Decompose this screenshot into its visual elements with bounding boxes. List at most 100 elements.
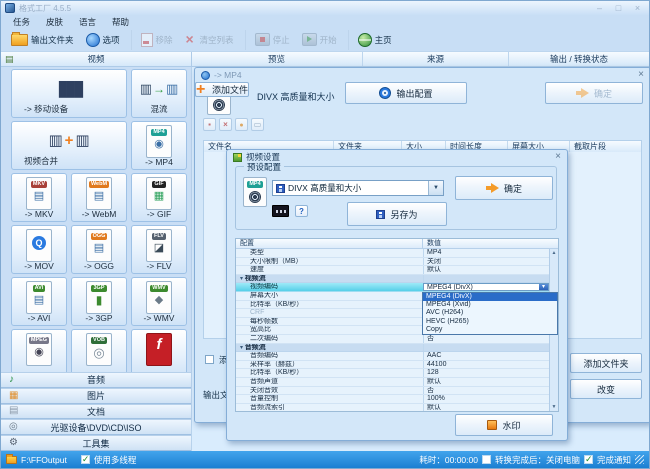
multithread-checkbox[interactable]	[81, 455, 90, 464]
change-button[interactable]: 改变	[570, 379, 642, 399]
settings-row[interactable]: 采样率（赫兹） 44100	[236, 361, 549, 370]
watermark-icon	[487, 420, 497, 430]
sidebar-item-webm[interactable]: WebM ▤ -> WebM	[71, 173, 127, 222]
play-file-button[interactable]	[235, 118, 248, 131]
maximize-icon[interactable]: □	[611, 2, 626, 14]
sidebar-item-mobile-devices[interactable]: ▮▮▮ -> 移动设备	[11, 69, 127, 118]
sidebar-item-swf[interactable]: f	[131, 329, 187, 372]
settings-row[interactable]: 音频编码 AAC	[236, 352, 549, 361]
toolbar-output-folder-button[interactable]: 输出文件夹	[5, 30, 80, 50]
add-file-button[interactable]: 添加文件	[195, 82, 249, 97]
file-info-button[interactable]	[251, 118, 264, 131]
sidebar-item-flv[interactable]: FLV ◪ -> FLV	[131, 225, 187, 274]
watermark-button[interactable]: 水印	[455, 414, 553, 436]
output-config-button[interactable]: 输出配置	[345, 82, 467, 104]
sidebar-section-document[interactable]: ▤ 文档	[1, 404, 191, 420]
sidebar-item-avi[interactable]: AVI ▤ -> AVI	[11, 277, 67, 326]
settings-ok-button[interactable]: 确定	[455, 176, 553, 200]
settings-row[interactable]: 关闭音效 否	[236, 387, 549, 396]
settings-row[interactable]: 速度 默认	[236, 266, 549, 275]
sidebar-item-mux[interactable]: → 混流	[131, 69, 187, 118]
settings-row[interactable]: 音量控制 100%	[236, 395, 549, 404]
settings-row[interactable]: 视频编码 MPEG4 (DivX)	[236, 283, 549, 292]
help-button[interactable]: ?	[295, 205, 308, 217]
settings-close-icon[interactable]: ×	[555, 152, 561, 162]
close-icon[interactable]: ×	[630, 2, 645, 14]
mp4-dialog-close-icon[interactable]: ×	[638, 70, 644, 80]
toolset-icon: ⚙	[9, 438, 18, 448]
ok-button-disabled[interactable]: 确定	[545, 82, 643, 104]
add-task-checkbox[interactable]	[205, 355, 214, 364]
scroll-up-icon[interactable]	[550, 250, 558, 256]
film-reel-icon	[213, 99, 225, 111]
menu-bar: 任务 皮肤 语言 帮助	[1, 15, 649, 28]
menu-language[interactable]: 语言	[71, 16, 104, 28]
sidebar-item-3gp[interactable]: 3GP ▮ -> 3GP	[71, 277, 127, 326]
sidebar-section-video-header[interactable]: 视频	[1, 52, 192, 66]
add-folder-button[interactable]: 添加文件夹	[570, 353, 642, 373]
preset-combobox[interactable]: DIVX 高质量和大小	[272, 180, 444, 196]
minimize-icon[interactable]: –	[592, 2, 607, 14]
settings-row[interactable]: 比特率（KB/秒） 128	[236, 369, 549, 378]
resize-grip[interactable]	[635, 455, 644, 464]
sidebar-item-mp4[interactable]: MP4 ◉ -> MP4	[131, 121, 187, 170]
combo-dropdown-icon[interactable]	[428, 181, 443, 195]
picture-icon: ▦	[9, 391, 18, 401]
menu-skin[interactable]: 皮肤	[38, 16, 71, 28]
status-bar: F:\FFOutput 使用多线程 耗时：00:00:00 转换完成后：关闭电脑…	[1, 451, 649, 468]
config-column-header: 配置	[236, 239, 423, 248]
settings-row[interactable]: 音频声道 默认	[236, 378, 549, 387]
sidebar-section-optical[interactable]: ◎ 光驱设备\DVD\CD\ISO	[1, 419, 191, 435]
save-icon	[376, 210, 385, 219]
mp4-dialog-title: -> MP4	[214, 70, 242, 80]
menu-task[interactable]: 任务	[5, 16, 38, 28]
toolbar-stop-button[interactable]: 停止	[245, 30, 296, 50]
codec-option[interactable]: MPEG4 (Xvid)	[423, 301, 557, 309]
divx-logo-icon[interactable]	[272, 205, 289, 217]
toolbar-clear-list-button[interactable]: 清空列表	[179, 30, 240, 50]
codec-option[interactable]: HEVC (H265)	[423, 318, 557, 326]
settings-row[interactable]: 二次编码 否	[236, 335, 549, 344]
settings-row[interactable]: 音频流	[236, 344, 549, 353]
codec-option[interactable]: MPEG4 (DivX)	[423, 293, 557, 301]
change-label: 改变	[597, 383, 615, 396]
sidebar-item-mkv[interactable]: MKV ▤ -> MKV	[11, 173, 67, 222]
menu-help[interactable]: 帮助	[104, 16, 137, 28]
sidebar-section-audio[interactable]: ♪ 音频	[1, 372, 191, 388]
sidebar-item-video-join[interactable]: + 视频合并	[11, 121, 127, 170]
toolbar-remove-button[interactable]: 移除	[131, 30, 179, 50]
home-icon	[358, 33, 372, 47]
settings-row[interactable]: 音频流索引 默认	[236, 404, 549, 411]
codec-option[interactable]: AVC (H264)	[423, 309, 557, 317]
title-bar[interactable]: 格式工厂 4.5.5 – □ ×	[1, 1, 649, 15]
toolbar-options-button[interactable]: 选项	[80, 30, 126, 50]
codec-option[interactable]: Copy	[423, 326, 557, 334]
sidebar-item-vob[interactable]: VOB ◎	[71, 329, 127, 372]
sidebar-item-wmv[interactable]: WMV ◆ -> WMV	[131, 277, 187, 326]
window-title: 格式工厂 4.5.5	[19, 3, 71, 14]
save-as-button[interactable]: 另存为	[347, 202, 447, 226]
sidebar-section-toolset[interactable]: ⚙ 工具集	[1, 435, 191, 451]
settings-row[interactable]: 视频流	[236, 275, 549, 284]
notify-checkbox[interactable]	[584, 455, 593, 464]
remove-file-button[interactable]	[203, 118, 216, 131]
mkv-format-icon: MKV ▤	[26, 177, 52, 210]
mp4-dialog-titlebar[interactable]: -> MP4 ×	[195, 68, 650, 82]
clear-files-button[interactable]	[219, 118, 232, 131]
sidebar-item-mov[interactable]: Q -> MOV	[11, 225, 67, 274]
vob-format-icon: VOB ◎	[86, 333, 112, 366]
sidebar-item-ogg[interactable]: OGG ▤ -> OGG	[71, 225, 127, 274]
sidebar-item-mpeg[interactable]: MPEG ◉	[11, 329, 67, 372]
scroll-down-icon[interactable]	[550, 404, 558, 410]
toolbar-start-button[interactable]: 开始	[296, 30, 343, 50]
wmv-format-icon: WMV ◆	[146, 281, 172, 314]
ok-arrow-icon	[576, 88, 589, 98]
settings-row[interactable]: 类型 MP4	[236, 249, 549, 258]
output-path[interactable]: F:\FFOutput	[21, 455, 67, 465]
toolbar-home-button[interactable]: 主页	[348, 30, 398, 50]
sidebar-item-gif[interactable]: GIF ▦ -> GIF	[131, 173, 187, 222]
sidebar-section-picture[interactable]: ▦ 图片	[1, 388, 191, 404]
shutdown-checkbox[interactable]	[482, 455, 491, 464]
settings-row[interactable]: 大小限制（MB） 关闭	[236, 258, 549, 267]
value-column-header: 数值	[423, 239, 558, 248]
